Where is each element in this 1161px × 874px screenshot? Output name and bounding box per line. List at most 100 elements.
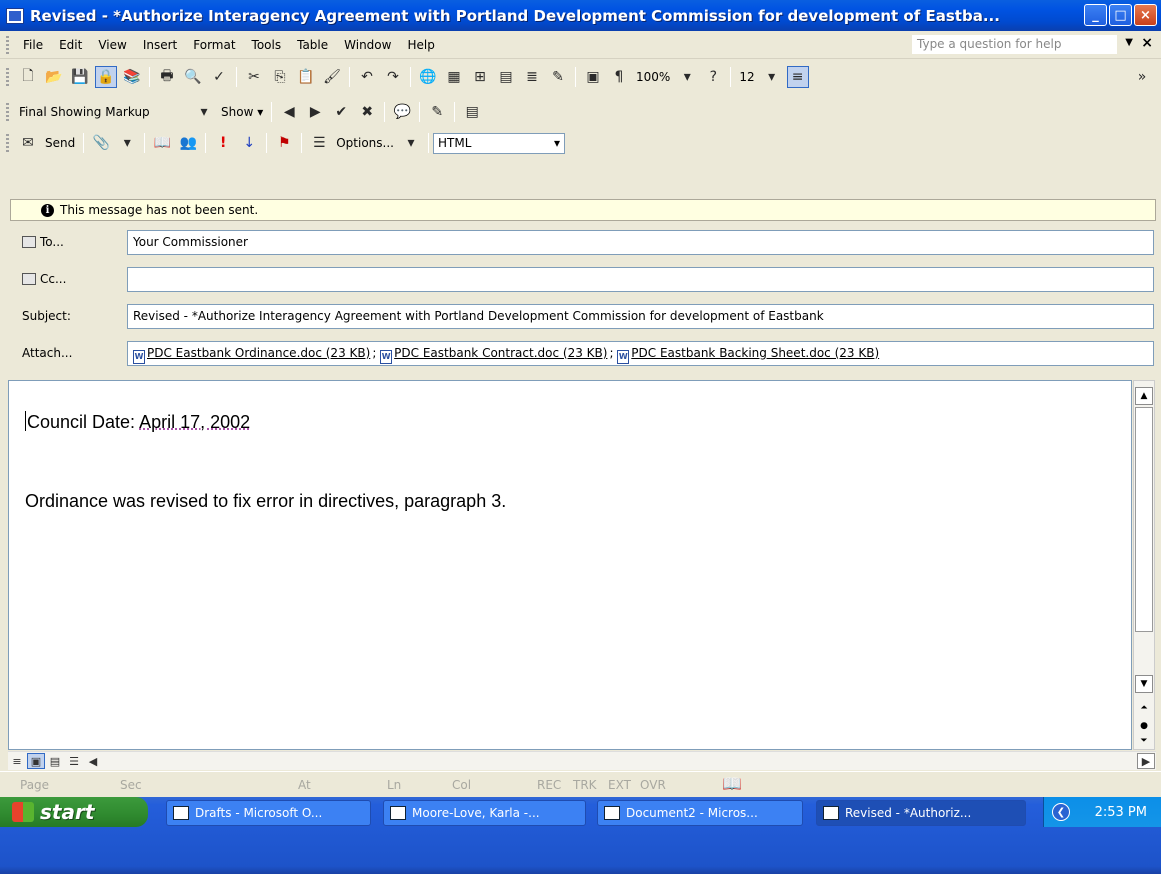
status-ext[interactable]: EXT (608, 778, 631, 792)
copy-icon[interactable]: ⎘ (269, 66, 291, 88)
menu-tools[interactable]: Tools (244, 38, 290, 52)
print-preview-icon[interactable]: 🔍 (182, 66, 204, 88)
send-button[interactable]: Send (41, 136, 79, 150)
previous-change-icon[interactable]: ◀ (278, 101, 300, 123)
help-dropdown-icon[interactable]: ▼ (1125, 37, 1133, 48)
normal-view-icon[interactable]: ≡ (8, 753, 26, 769)
importance-high-icon[interactable]: ! (212, 132, 234, 154)
status-rec[interactable]: REC (537, 778, 561, 792)
to-button[interactable]: To... (22, 235, 64, 249)
options-dropdown-icon[interactable]: ▾ (400, 132, 422, 154)
close-button[interactable]: × (1134, 4, 1157, 26)
track-changes-icon[interactable]: ✎ (426, 101, 448, 123)
zoom-dropdown-icon[interactable]: ▾ (676, 66, 698, 88)
address-book-icon[interactable]: 📖 (151, 132, 173, 154)
insert-comment-icon[interactable]: 💬 (391, 101, 413, 123)
menu-view[interactable]: View (90, 38, 134, 52)
web-layout-view-icon[interactable]: ▣ (27, 753, 45, 769)
scroll-thumb[interactable] (1135, 407, 1153, 632)
spelling-status-icon[interactable]: 📖 (722, 774, 742, 793)
attach-button[interactable]: Attach... (22, 346, 72, 360)
toolbar-grip[interactable] (6, 134, 9, 152)
save-icon[interactable]: 💾 (69, 66, 91, 88)
to-field[interactable]: Your Commissioner (127, 229, 1154, 255)
columns-icon[interactable]: ≣ (521, 66, 543, 88)
message-format-select[interactable]: HTML ▾ (432, 132, 565, 154)
menu-insert[interactable]: Insert (135, 38, 185, 52)
new-icon[interactable]: 🗋 (17, 66, 39, 88)
font-size-value[interactable]: 12 (735, 70, 758, 84)
taskbar-item-revised[interactable]: Revised - *Authoriz... (816, 800, 1026, 826)
attachment-item[interactable]: PDC Eastbank Ordinance.doc (23 KB) (147, 346, 370, 360)
check-names-icon[interactable]: 👥 (177, 132, 199, 154)
minimize-button[interactable]: _ (1084, 4, 1107, 26)
word-app-icon[interactable] (6, 7, 24, 24)
vertical-scrollbar[interactable]: ▲ ▼ ⏶ ● ⏷ (1133, 380, 1155, 750)
tables-borders-icon[interactable]: ▦ (443, 66, 465, 88)
taskbar-item-document2[interactable]: Document2 - Micros... (597, 800, 803, 826)
message-body-editor[interactable]: Council Date: April 17, 2002 Ordinance w… (8, 380, 1132, 750)
cc-button[interactable]: Cc... (22, 272, 66, 286)
next-page-icon[interactable]: ⏷ (1135, 733, 1153, 749)
menu-file[interactable]: File (15, 38, 51, 52)
menu-help[interactable]: Help (399, 38, 442, 52)
menu-edit[interactable]: Edit (51, 38, 90, 52)
accept-change-icon[interactable]: ✔ (330, 101, 352, 123)
redo-icon[interactable]: ↷ (382, 66, 404, 88)
flag-icon[interactable]: ⚑ (273, 132, 295, 154)
attachments-field[interactable]: W PDC Eastbank Ordinance.doc (23 KB); W PD… (127, 340, 1154, 366)
research-icon[interactable]: 📚 (121, 66, 143, 88)
help-icon[interactable]: ? (702, 66, 724, 88)
insert-excel-icon[interactable]: ▤ (495, 66, 517, 88)
menu-format[interactable]: Format (185, 38, 243, 52)
cc-field[interactable] (127, 266, 1154, 292)
subject-field[interactable]: Revised - *Authorize Interagency Agreeme… (127, 303, 1154, 329)
print-icon[interactable]: 🖶 (156, 66, 178, 88)
font-size-dropdown-icon[interactable]: ▾ (761, 66, 783, 88)
toolbar-grip[interactable] (6, 102, 9, 121)
importance-low-icon[interactable]: ↓ (238, 132, 260, 154)
scroll-right-icon[interactable]: ▶ (1137, 753, 1155, 769)
toolbar-grip[interactable] (6, 35, 9, 54)
hyperlink-icon[interactable]: 🌐 (417, 66, 439, 88)
insert-table-icon[interactable]: ⊞ (469, 66, 491, 88)
cut-icon[interactable]: ✂ (243, 66, 265, 88)
scroll-up-icon[interactable]: ▲ (1135, 387, 1153, 405)
toolbar-grip[interactable] (6, 68, 9, 86)
attach-dropdown-icon[interactable]: ▾ (116, 132, 138, 154)
previous-page-icon[interactable]: ⏶ (1135, 699, 1153, 717)
print-layout-view-icon[interactable]: ▤ (46, 753, 64, 769)
reject-change-icon[interactable]: ✖ (356, 101, 378, 123)
document-map-icon[interactable]: ▣ (582, 66, 604, 88)
scroll-down-icon[interactable]: ▼ (1135, 675, 1153, 693)
open-icon[interactable]: 📂 (43, 66, 65, 88)
toolbar-overflow-icon[interactable]: » (1131, 66, 1153, 88)
start-button[interactable]: start (0, 797, 148, 827)
scroll-left-icon[interactable]: ◀ (84, 753, 102, 769)
show-hidden-icons-icon[interactable]: ❮ (1052, 803, 1070, 821)
horizontal-scrollbar[interactable]: ≡ ▣ ▤ ☰ ◀ ▶ (8, 751, 1156, 770)
attachment-item[interactable]: PDC Eastbank Backing Sheet.doc (23 KB) (631, 346, 879, 360)
maximize-button[interactable]: □ (1109, 4, 1132, 26)
format-painter-icon[interactable]: 🖌 (321, 66, 343, 88)
help-search-input[interactable]: Type a question for help (912, 35, 1117, 54)
paste-icon[interactable]: 📋 (295, 66, 317, 88)
taskbar-item-moore-love[interactable]: Moore-Love, Karla -... (383, 800, 586, 826)
align-left-icon[interactable]: ≡ (786, 66, 809, 88)
permission-icon[interactable]: 🔒 (95, 66, 117, 88)
display-mode-select[interactable]: Final Showing Markup (15, 105, 191, 119)
next-change-icon[interactable]: ▶ (304, 101, 326, 123)
title-bar[interactable]: Revised - *Authorize Interagency Agreeme… (0, 0, 1161, 31)
status-ovr[interactable]: OVR (640, 778, 666, 792)
taskbar-item-drafts[interactable]: Drafts - Microsoft O... (166, 800, 371, 826)
attachment-item[interactable]: PDC Eastbank Contract.doc (23 KB) (394, 346, 607, 360)
show-hide-icon[interactable]: ¶ (608, 66, 630, 88)
zoom-value[interactable]: 100% (632, 70, 674, 84)
clock[interactable]: 2:53 PM (1095, 805, 1147, 820)
outline-view-icon[interactable]: ☰ (65, 753, 83, 769)
menu-window[interactable]: Window (336, 38, 399, 52)
close-document-icon[interactable]: × (1141, 35, 1153, 51)
undo-icon[interactable]: ↶ (356, 66, 378, 88)
options-button[interactable]: Options... (332, 136, 398, 150)
menu-table[interactable]: Table (289, 38, 336, 52)
